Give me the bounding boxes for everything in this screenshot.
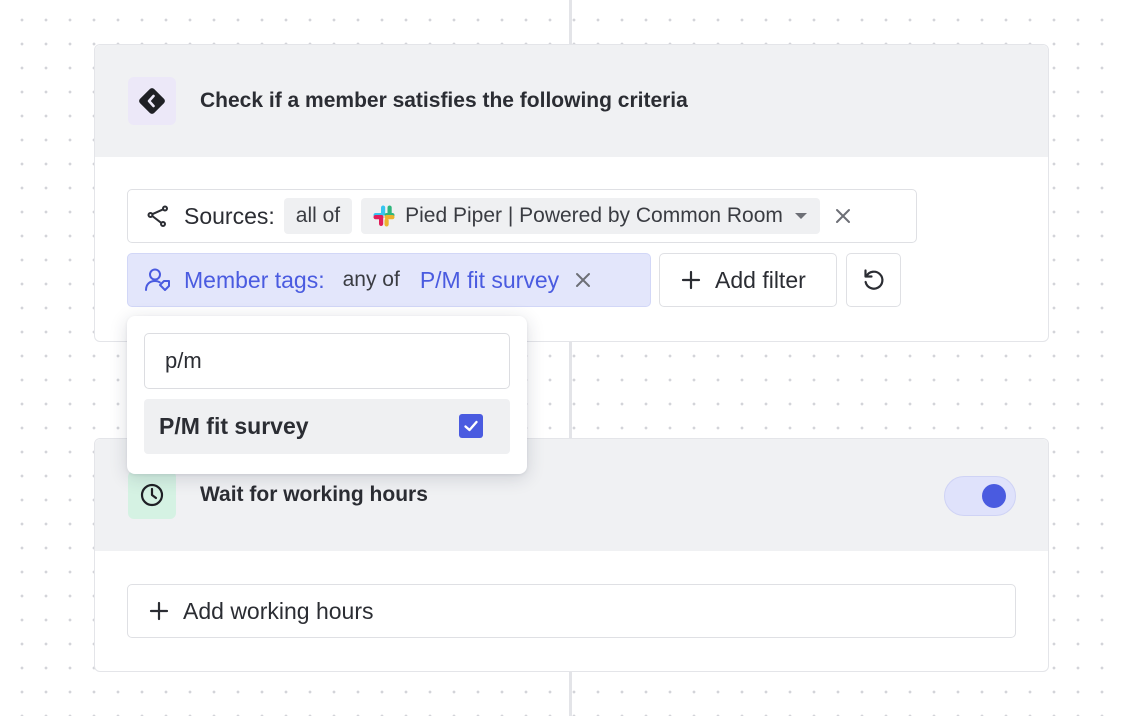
clock-icon [128,471,176,519]
tag-search-input[interactable]: p/m [144,333,510,389]
plus-icon [681,270,701,290]
criteria-step-header: Check if a member satisfies the followin… [95,45,1048,157]
sources-value-label: Pied Piper | Powered by Common Room [405,204,783,227]
remove-sources-filter-button[interactable] [834,207,852,225]
add-filter-button[interactable]: Add filter [659,253,837,307]
wait-step-title: Wait for working hours [200,483,428,506]
tag-dropdown: p/m P/M fit survey [127,316,527,474]
flow-connector-bottom [569,672,572,716]
flow-connector-top [569,0,572,44]
add-working-hours-label: Add working hours [183,597,374,624]
reset-filters-button[interactable] [846,253,901,307]
slack-icon [372,204,396,228]
sources-operator-select[interactable]: all of [283,198,353,234]
criteria-step-title: Check if a member satisfies the followin… [200,89,688,112]
sources-filter-label: Sources: [184,202,275,229]
member-tags-operator-select[interactable]: any of [343,268,400,292]
tag-option-checkbox[interactable] [459,414,483,438]
tag-option[interactable]: P/M fit survey [144,399,510,454]
share-nodes-icon [146,204,170,228]
toggle-knob [982,484,1006,508]
wait-step-toggle[interactable] [944,476,1016,516]
member-tags-filter-label: Member tags: [184,266,325,293]
remove-member-tags-filter-button[interactable] [575,272,591,288]
add-filter-label: Add filter [715,266,806,293]
member-tags-filter[interactable]: Member tags: any of P/M fit survey [127,253,651,307]
member-tags-value[interactable]: P/M fit survey [420,267,559,294]
sources-filter[interactable]: Sources: all of Pied Piper | Powered by … [127,189,917,243]
flow-connector-middle [569,341,572,439]
caret-down-icon [794,211,808,221]
add-working-hours-button[interactable]: Add working hours [127,584,1016,638]
plus-icon [149,601,169,621]
sources-value-select[interactable]: Pied Piper | Powered by Common Room [361,198,820,234]
tag-option-label: P/M fit survey [159,413,309,439]
undo-icon [861,267,887,293]
criteria-icon [128,77,176,125]
user-tag-icon [144,267,172,293]
